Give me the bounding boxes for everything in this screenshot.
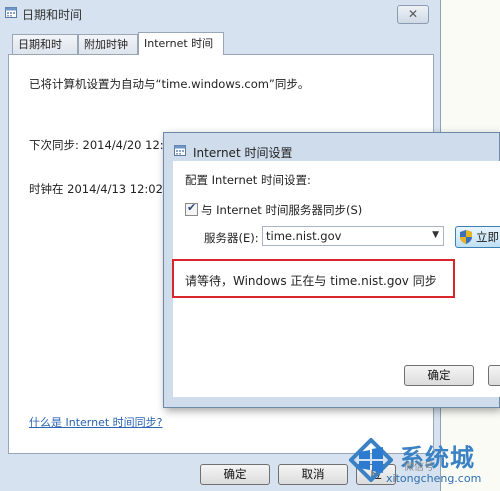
calendar-icon xyxy=(5,7,17,18)
help-link[interactable]: 什么是 Internet 时间同步? xyxy=(29,414,163,430)
checkmark-icon: ✔ xyxy=(187,201,197,214)
shield-icon xyxy=(460,230,472,244)
calendar-icon xyxy=(174,145,186,156)
sync-checkbox[interactable]: ✔ xyxy=(185,201,198,216)
close-icon: ✕ xyxy=(407,7,419,21)
tab-internet-time[interactable]: Internet 时间 xyxy=(138,32,224,55)
internet-time-dialog-title: Internet 时间设置 xyxy=(193,146,293,160)
watermark-weixin: 微信号 xyxy=(404,462,434,473)
server-label: 服务器(E): xyxy=(204,231,259,245)
config-label: 配置 Internet 时间设置: xyxy=(185,173,311,187)
sub-cancel-button[interactable] xyxy=(488,365,500,386)
watermark-domain: xitongcheng.com xyxy=(386,472,482,485)
server-select[interactable]: time.nist.gov ▼ xyxy=(262,226,444,246)
clock-sync-text: 时钟在 2014/4/13 12:02 xyxy=(29,182,163,196)
update-now-button[interactable]: 立即 xyxy=(455,226,500,248)
dropdown-arrow-icon: ▼ xyxy=(432,230,439,240)
update-now-label: 立即 xyxy=(476,230,499,244)
server-value: time.nist.gov xyxy=(266,229,342,243)
tab-date-time[interactable]: 日期和时间 xyxy=(12,34,78,71)
dialog-title: 日期和时间 xyxy=(22,8,83,22)
ok-button[interactable]: 确定 xyxy=(200,464,270,485)
sub-ok-button[interactable]: 确定 xyxy=(404,365,474,386)
status-message: 请等待，Windows 正在与 time.nist.gov 同步 xyxy=(185,274,437,288)
cancel-button[interactable]: 取消 xyxy=(278,464,348,485)
sync-checkbox-label: 与 Internet 时间服务器同步(S) xyxy=(201,203,363,217)
sync-info-text: 已将计算机设置为自动与“time.windows.com”同步。 xyxy=(29,77,310,91)
close-button[interactable]: ✕ xyxy=(397,5,429,24)
next-sync-text: 下次同步: 2014/4/20 12:0 xyxy=(29,138,171,152)
tab-additional-clocks[interactable]: 附加时钟 xyxy=(78,34,138,54)
